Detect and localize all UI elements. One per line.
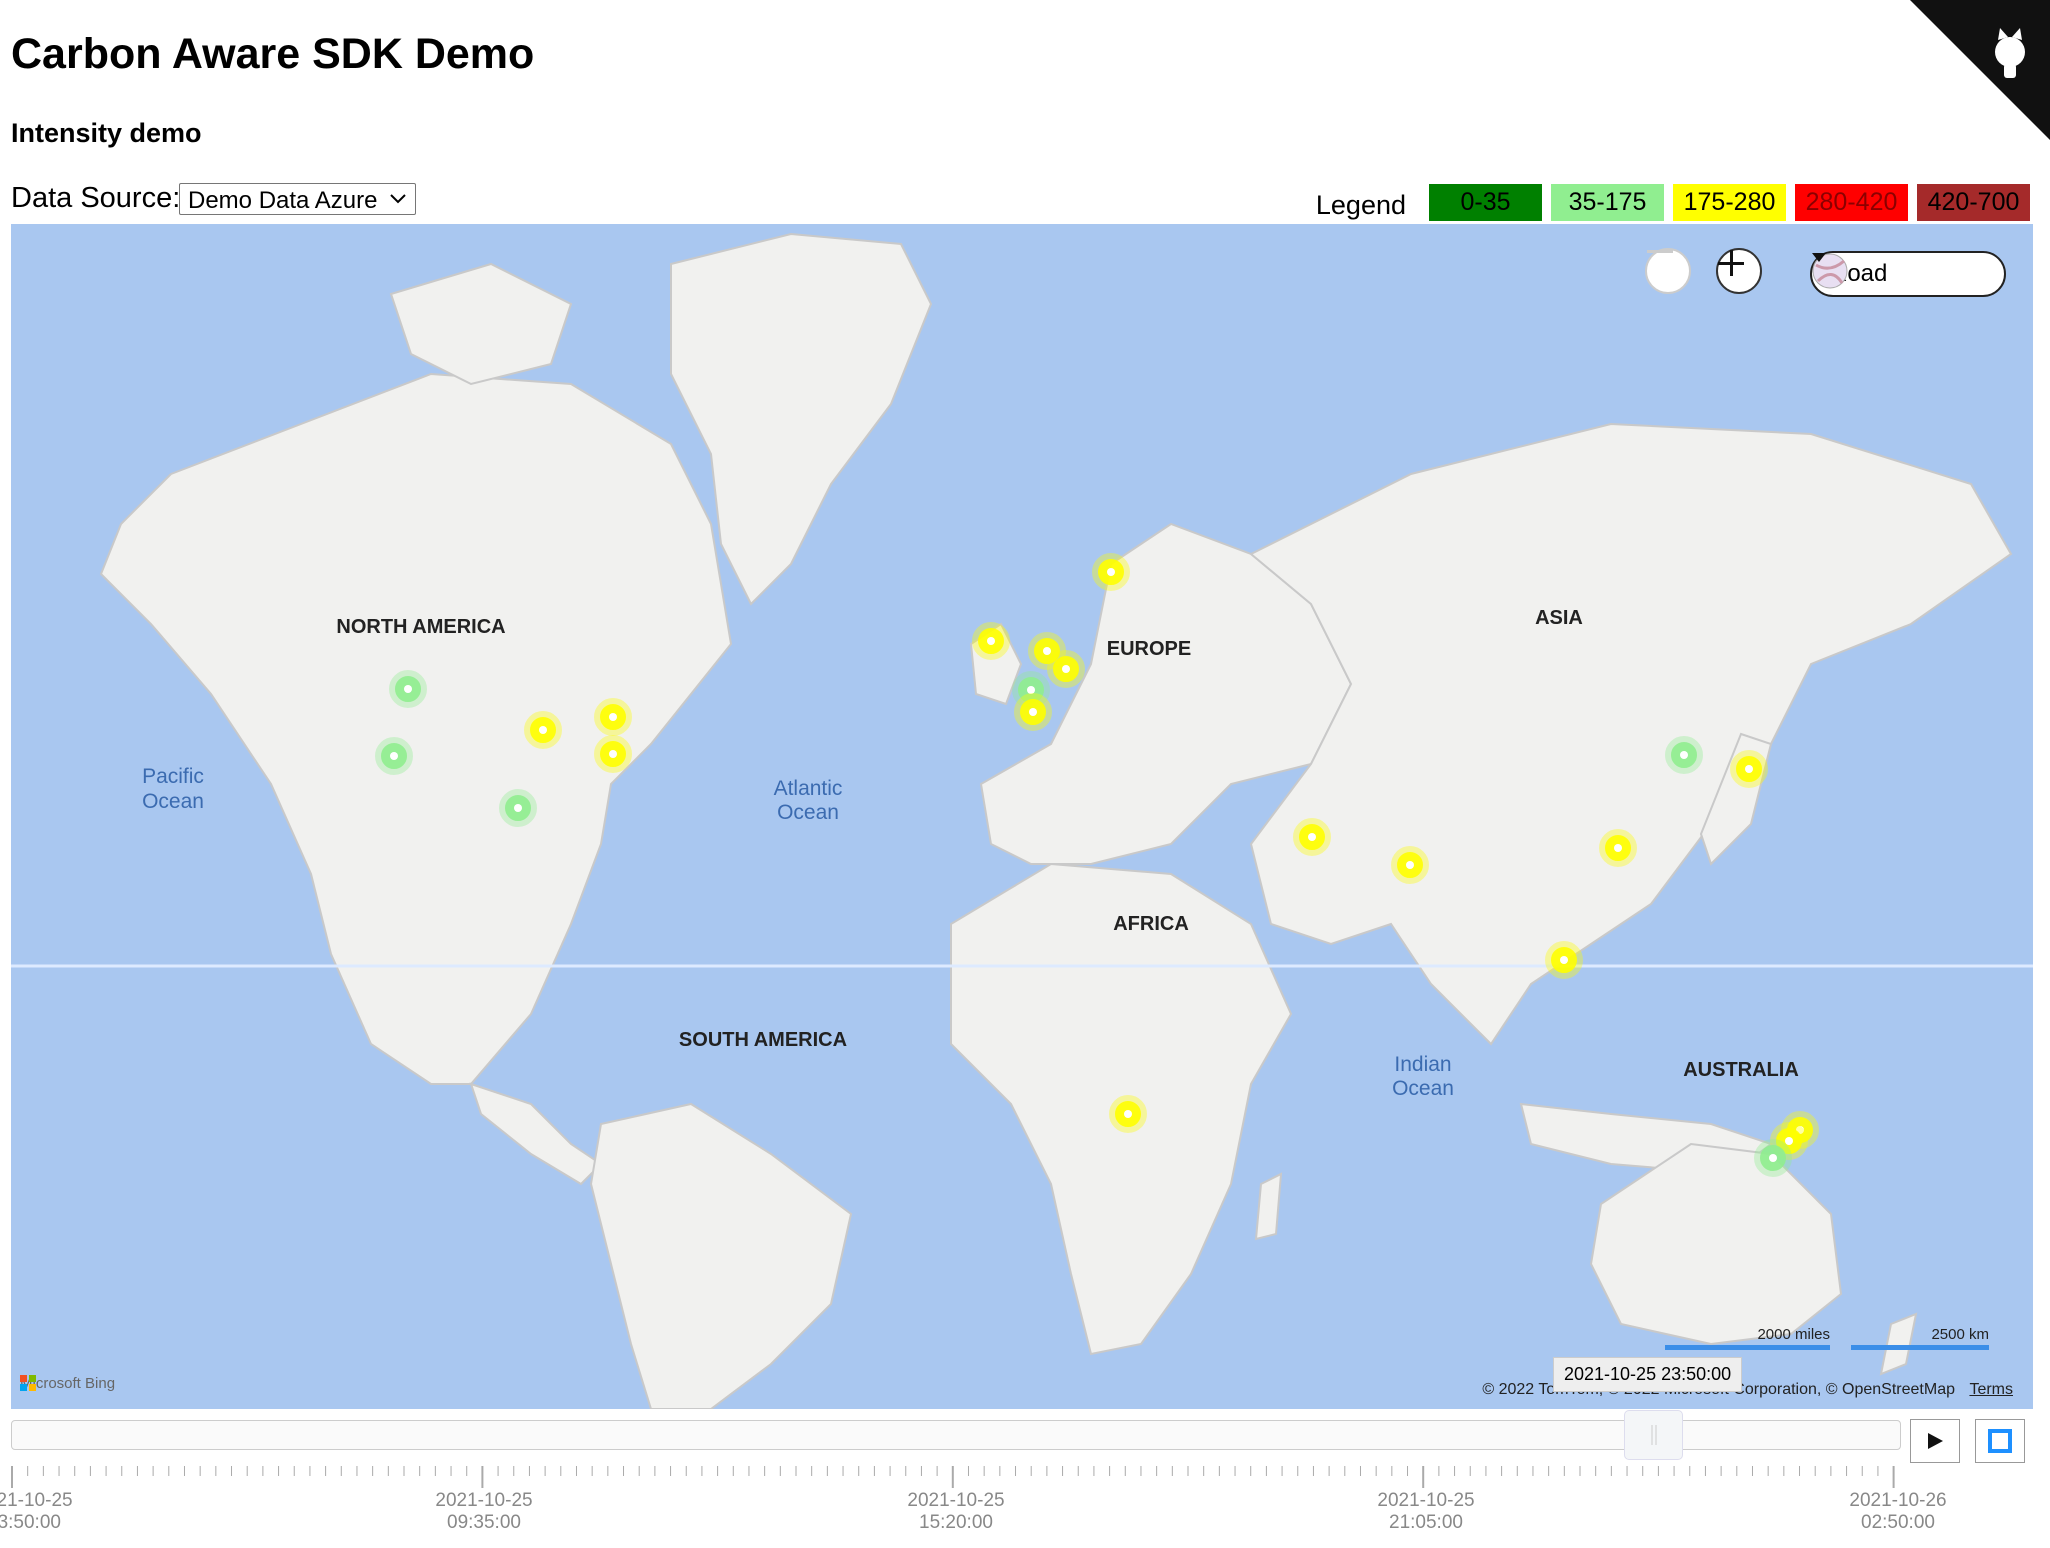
label-north-america: NORTH AMERICA [336, 616, 505, 638]
timeline-date-0: 2021-10-25 [0, 1490, 73, 1511]
intensity-marker[interactable] [1109, 1095, 1147, 1133]
timeline-time-0: 03:50:00 [0, 1512, 61, 1533]
page-title: Carbon Aware SDK Demo [11, 30, 535, 78]
bing-logo: Microsoft Bing [20, 1375, 115, 1392]
timeline-label-1: 2021-10-25 09:35:00 [424, 1490, 544, 1534]
legend-swatch-1: 35-175 [1551, 184, 1664, 221]
timeline-label-4: 2021-10-26 02:50:00 [1838, 1490, 1958, 1534]
current-time-tooltip: 2021-10-25 23:50:00 [1553, 1357, 1743, 1392]
time-slider-track[interactable] [11, 1420, 1901, 1450]
intensity-marker[interactable] [972, 622, 1010, 660]
label-australia: AUSTRALIA [1683, 1059, 1799, 1081]
chevron-down-icon [389, 188, 407, 211]
timeline-label-3: 2021-10-25 21:05:00 [1366, 1490, 1486, 1534]
intensity-marker[interactable] [1754, 1139, 1792, 1177]
label-indian-ocean-1: Indian [1394, 1053, 1451, 1076]
timeline-date-1: 2021-10-25 [435, 1490, 533, 1511]
label-europe: EUROPE [1107, 638, 1191, 660]
github-corner-link[interactable] [1910, 0, 2050, 140]
play-button[interactable] [1910, 1419, 1960, 1463]
terms-link[interactable]: Terms [1969, 1381, 2013, 1398]
intensity-marker[interactable] [1730, 750, 1768, 788]
label-pacific-ocean-1: Pacific [142, 765, 204, 788]
zoom-out-button[interactable] [1645, 248, 1691, 294]
legend-swatch-3: 280-420 [1795, 184, 1908, 221]
data-source-selected-value: Demo Data Azure [188, 187, 378, 214]
timeline-date-3: 2021-10-25 [1377, 1490, 1475, 1511]
label-asia: ASIA [1535, 607, 1583, 629]
legend-swatch-0: 0-35 [1429, 184, 1542, 221]
label-africa: AFRICA [1113, 913, 1189, 935]
timeline-time-2: 15:20:00 [919, 1512, 993, 1533]
legend-swatch-4: 420-700 [1917, 184, 2030, 221]
legend-label: Legend [1315, 190, 1406, 220]
world-map[interactable]: NORTH AMERICA EUROPE ASIA AFRICA SOUTH A… [11, 224, 2033, 1409]
map-style-label: Road [1830, 260, 1888, 287]
intensity-marker[interactable] [1092, 553, 1130, 591]
timeline-time-4: 02:50:00 [1861, 1512, 1935, 1533]
timeline-time-3: 21:05:00 [1389, 1512, 1463, 1533]
legend-swatch-2: 175-280 [1673, 184, 1786, 221]
timeline-date-4: 2021-10-26 [1849, 1490, 1947, 1511]
label-south-america: SOUTH AMERICA [679, 1029, 847, 1051]
scale-km-label: 2500 km [1931, 1326, 1989, 1343]
intensity-marker[interactable] [1665, 736, 1703, 774]
time-slider-thumb[interactable] [1624, 1410, 1683, 1460]
page-subtitle: Intensity demo [11, 118, 202, 148]
label-indian-ocean-2: Ocean [1392, 1077, 1454, 1100]
scale-miles-label: 2000 miles [1757, 1326, 1830, 1343]
microsoft-logo-icon [20, 1375, 36, 1391]
intensity-marker[interactable] [1545, 941, 1583, 979]
intensity-marker[interactable] [1599, 829, 1637, 867]
scale-bar-km: 2500 km [1851, 1326, 1989, 1350]
label-atlantic-ocean-2: Ocean [777, 801, 839, 824]
intensity-marker[interactable] [389, 670, 427, 708]
timeline-time-1: 09:35:00 [447, 1512, 521, 1533]
map-style-picker[interactable]: Road [1810, 251, 2006, 297]
zoom-in-button[interactable] [1716, 248, 1762, 294]
label-atlantic-ocean-1: Atlantic [774, 777, 843, 800]
data-source-label: Data Source: [11, 182, 181, 214]
timeline-date-2: 2021-10-25 [907, 1490, 1005, 1511]
stop-icon [1988, 1429, 2012, 1453]
timeline-label-2: 2021-10-25 15:20:00 [896, 1490, 1016, 1534]
scale-bar-miles: 2000 miles [1665, 1326, 1830, 1350]
legend: Legend 0-35 35-175 175-280 280-420 420-7… [1316, 184, 2030, 221]
data-source-select[interactable]: Demo Data Azure [179, 183, 416, 215]
intensity-marker[interactable] [594, 735, 632, 773]
intensity-marker[interactable] [1293, 818, 1331, 856]
intensity-marker[interactable] [375, 737, 413, 775]
timeline-ticks: 2021-10-25 03:50:00 2021-10-25 09:35:00 … [0, 1462, 2050, 1548]
play-icon [1928, 1433, 1943, 1449]
intensity-marker[interactable] [594, 698, 632, 736]
intensity-marker[interactable] [1391, 846, 1429, 884]
intensity-marker[interactable] [1014, 693, 1052, 731]
label-pacific-ocean-2: Ocean [142, 790, 204, 813]
intensity-marker[interactable] [524, 711, 562, 749]
intensity-marker[interactable] [1047, 650, 1085, 688]
stop-button[interactable] [1975, 1419, 2025, 1463]
timeline-label-0: 2021-10-25 03:50:00 [0, 1490, 84, 1534]
intensity-marker[interactable] [499, 789, 537, 827]
